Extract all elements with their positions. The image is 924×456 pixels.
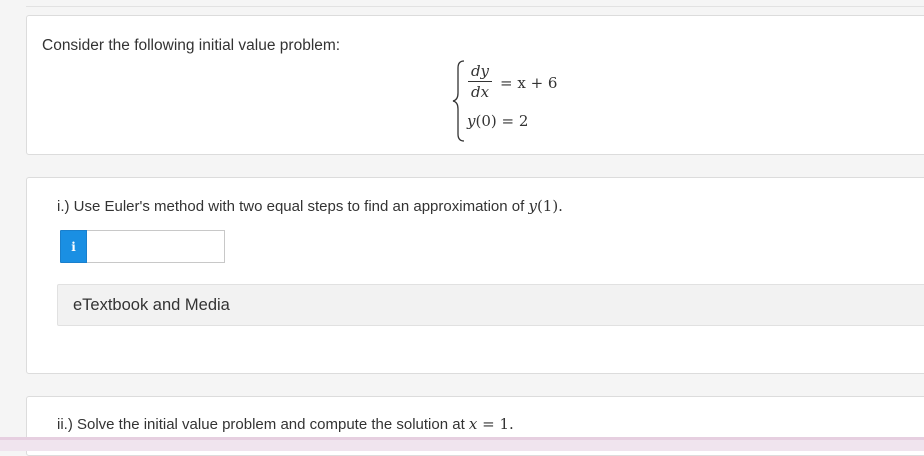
- part-two-text: ii.) Solve the initial value problem and…: [57, 416, 469, 433]
- info-icon[interactable]: i: [60, 230, 87, 263]
- part-two-question: ii.) Solve the initial value problem and…: [57, 415, 514, 433]
- ivp-system: dy dx = x + 6 y(0) = 2: [452, 60, 592, 142]
- initial-condition: y(0) = 2: [467, 112, 528, 130]
- ic-argument: (0): [475, 112, 497, 130]
- left-brace: [452, 60, 465, 142]
- top-divider: [26, 6, 924, 7]
- problem-prompt: Consider the following initial value pro…: [42, 37, 341, 54]
- answer-input[interactable]: [87, 230, 225, 263]
- part-one-question: i.) Use Euler's method with two equal st…: [57, 197, 563, 215]
- fraction-denominator: dx: [470, 83, 490, 101]
- derivative-fraction: dy dx: [468, 62, 492, 101]
- fraction-numerator: dy: [470, 62, 490, 80]
- part-one-math-arg: (1).: [536, 197, 563, 215]
- part-one-math-fn: y: [528, 197, 537, 215]
- part-one-card: i.) Use Euler's method with two equal st…: [26, 177, 924, 374]
- part-one-text: i.) Use Euler's method with two equal st…: [57, 198, 529, 215]
- fraction-bar: [468, 81, 492, 82]
- problem-statement-card: Consider the following initial value pro…: [26, 15, 924, 155]
- etextbook-media-button[interactable]: eTextbook and Media: [57, 284, 924, 326]
- etextbook-media-label: eTextbook and Media: [73, 295, 230, 314]
- part-two-math-rest: = 1.: [477, 415, 514, 433]
- ic-value: = 2: [496, 112, 529, 130]
- bottom-strip: [0, 437, 924, 451]
- ode-rhs: = x + 6: [500, 74, 558, 92]
- answer-row: i: [60, 230, 225, 263]
